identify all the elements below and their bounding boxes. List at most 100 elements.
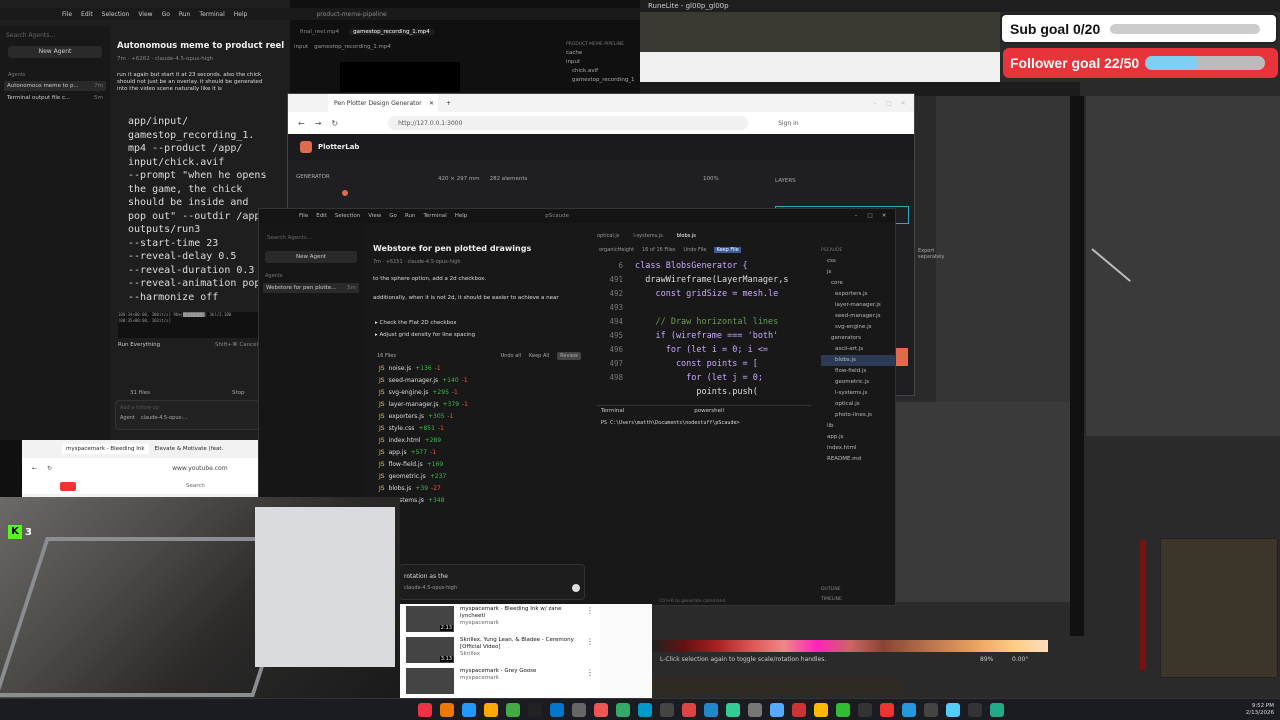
explorer-item[interactable]: optical.js	[821, 399, 895, 410]
ws-search-agents[interactable]: Search Agents...	[267, 235, 312, 241]
new-agent-button[interactable]: New Agent	[8, 46, 102, 58]
taskbar-app-icon[interactable]	[748, 702, 762, 717]
ws-code-area[interactable]: class BlobsGenerator { drawWireframe(Lay…	[635, 259, 813, 399]
inventory-panel[interactable]	[1160, 538, 1278, 678]
new-tab-icon[interactable]: +	[446, 100, 451, 107]
sign-in-button[interactable]: Sign in	[778, 120, 798, 127]
video-item[interactable]: 2:13 myspacemark - Bleeding Ink w/ zane l…	[400, 604, 600, 635]
explorer-item[interactable]: lib	[821, 421, 895, 432]
explorer-item[interactable]: ascii-art.js	[821, 344, 895, 355]
more-options-icon[interactable]: ⋮	[586, 637, 594, 664]
clock-time[interactable]: 9:52 PM	[1252, 703, 1274, 710]
explorer-item[interactable]: l-systems.js	[821, 388, 895, 399]
changed-file-row[interactable]: JS style.css +851 -1	[379, 422, 579, 434]
taskbar-app-icon[interactable]	[880, 702, 894, 717]
ws-menu-help[interactable]: Help	[455, 213, 468, 219]
yt-tab-2[interactable]: Elevate & Motivate (feat.	[155, 446, 224, 452]
editor-canvas[interactable]	[936, 96, 1080, 402]
taskbar-app-icon[interactable]	[792, 702, 806, 717]
taskbar-app-icon[interactable]	[968, 702, 982, 717]
ws-minimize-icon[interactable]: –	[849, 213, 863, 219]
ws-chat-input[interactable]: rotation as the claude-4.5-opus-high	[399, 564, 585, 600]
minimize-icon[interactable]: –	[868, 100, 882, 107]
ws-tab-lsystems[interactable]: l-systems.js	[633, 233, 662, 239]
explorer-item[interactable]: core	[821, 278, 895, 289]
explorer-item[interactable]: js	[821, 267, 895, 278]
agent-mode-select[interactable]: Agent	[120, 415, 135, 421]
taskbar-app-icon[interactable]	[704, 702, 718, 717]
explorer-recording[interactable]: gamestop_recording_1	[566, 76, 640, 85]
ws-menu-view[interactable]: View	[368, 213, 381, 219]
explorer-item[interactable]: exporters.js	[821, 289, 895, 300]
explorer-item[interactable]: layer-manager.js	[821, 300, 895, 311]
ws-model-select[interactable]: claude-4.5-opus-high	[404, 585, 457, 591]
color-palette[interactable]	[652, 640, 1048, 652]
taskbar-app-icon[interactable]	[726, 702, 740, 717]
yt-back-icon[interactable]: ←	[32, 465, 37, 472]
changed-file-row[interactable]: JS seed-manager.js +140 -1	[379, 374, 579, 386]
taskbar-app-icon[interactable]	[594, 702, 608, 717]
explorer-item[interactable]: photo-lines.js	[821, 410, 895, 421]
ws-menu-selection[interactable]: Selection	[335, 213, 360, 219]
ws-maximize-icon[interactable]: □	[863, 213, 877, 219]
ws-task-1[interactable]: ▸ Check the Flat 2D checkbox	[375, 320, 456, 326]
more-options-icon[interactable]: ⋮	[586, 668, 594, 695]
explorer-item[interactable]: seed-manager.js	[821, 311, 895, 322]
close-icon[interactable]: ✕	[896, 100, 910, 107]
tab-gamestop-recording[interactable]: gamestop_recording_1.mp4	[349, 29, 434, 35]
stop-button[interactable]: Stop	[232, 390, 245, 396]
close-tab-icon[interactable]: ✕	[429, 100, 434, 107]
ws-terminal-tab[interactable]: Terminal	[601, 408, 624, 414]
more-options-icon[interactable]: ⋮	[586, 606, 594, 633]
changed-file-row[interactable]: JS blobs.js +39 -27	[379, 482, 579, 494]
ws-menu-run[interactable]: Run	[405, 213, 416, 219]
explorer-item[interactable]: geometric.js	[821, 377, 895, 388]
explorer-input[interactable]: input	[566, 58, 640, 67]
explorer-item[interactable]: css	[821, 256, 895, 267]
taskbar-app-icon[interactable]	[572, 702, 586, 717]
ws-review-button[interactable]: Review	[557, 352, 581, 360]
browser-tab[interactable]: Pen Plotter Design Generator ✕	[328, 94, 438, 112]
taskbar-app-icon[interactable]	[660, 702, 674, 717]
changed-file-row[interactable]: JSl-systems.js+348	[379, 494, 579, 506]
ws-menu-edit[interactable]: Edit	[316, 213, 327, 219]
forward-icon[interactable]: →	[315, 119, 322, 128]
search-agents[interactable]: Search Agents...	[6, 32, 55, 39]
ws-menu-terminal[interactable]: Terminal	[423, 213, 446, 219]
ws-close-icon[interactable]: ✕	[877, 213, 891, 219]
menu-run[interactable]: Run	[179, 11, 191, 18]
taskbar-app-icon[interactable]	[836, 702, 850, 717]
ws-undo-file[interactable]: Undo File	[683, 247, 706, 253]
yt-reload-icon[interactable]: ↻	[47, 465, 52, 472]
taskbar-app-icon[interactable]	[924, 702, 938, 717]
changed-file-row[interactable]: JS geometric.js +237	[379, 470, 579, 482]
reload-icon[interactable]: ↻	[331, 119, 338, 128]
yt-url[interactable]: www.youtube.com	[172, 465, 227, 472]
agent-item-1[interactable]: Autonomous meme to p... 7m	[4, 81, 106, 91]
explorer-item[interactable]: blobs.js	[821, 355, 895, 366]
taskbar-app-icon[interactable]	[528, 702, 542, 717]
changed-file-row[interactable]: JS index.html +289	[379, 434, 579, 446]
explorer-item[interactable]: app.js	[821, 432, 895, 443]
game-view[interactable]	[640, 12, 1000, 52]
changed-file-row[interactable]: JS exporters.js +305 -1	[379, 410, 579, 422]
game-chatbar[interactable]	[652, 678, 902, 694]
taskbar-app-icon[interactable]	[440, 702, 454, 717]
changed-file-row[interactable]: JS flow-field.js +169	[379, 458, 579, 470]
ws-crumb[interactable]: organicHeight	[599, 247, 634, 253]
explorer-item[interactable]: generators	[821, 333, 895, 344]
ws-outline[interactable]: OUTLINE	[821, 587, 841, 592]
taskbar-app-icon[interactable]	[616, 702, 630, 717]
run-everything-button[interactable]: Run Everything	[118, 342, 160, 348]
ws-terminal-prompt[interactable]: PS C:\Users\matth\Documents\nodestuff\pS…	[601, 420, 807, 426]
explorer-item[interactable]: svg-engine.js	[821, 322, 895, 333]
breadcrumb-input[interactable]: input	[294, 44, 308, 50]
ws-keep-all[interactable]: Keep All	[529, 353, 549, 359]
ws-send-icon[interactable]	[572, 584, 580, 592]
ws-new-agent-button[interactable]: New Agent	[265, 251, 357, 263]
taskbar-app-icon[interactable]	[638, 702, 652, 717]
menu-edit[interactable]: Edit	[81, 11, 93, 18]
yt-tab-1[interactable]: myspacemark - Bleeding Ink	[62, 444, 149, 454]
menu-selection[interactable]: Selection	[102, 11, 130, 18]
taskbar-app-icon[interactable]	[770, 702, 784, 717]
